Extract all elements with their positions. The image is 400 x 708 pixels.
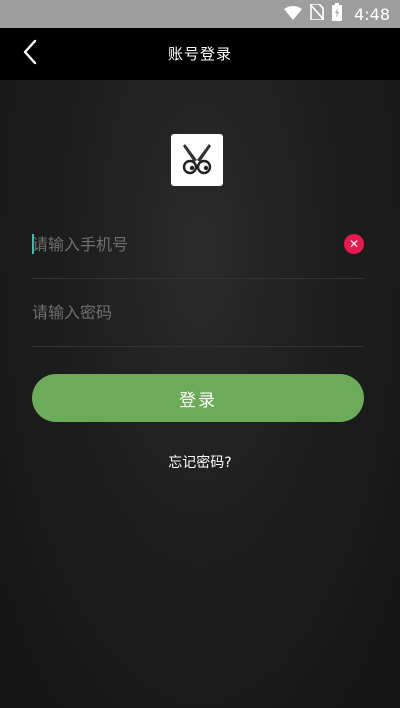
page-title: 账号登录	[167, 45, 232, 63]
forgot-password-link[interactable]: 忘记密码?	[168, 455, 231, 471]
no-sim-icon	[309, 3, 325, 24]
phone-input[interactable]	[32, 210, 332, 278]
status-time: 4:48	[354, 4, 390, 24]
clear-button[interactable]: ✕	[344, 234, 364, 254]
app-logo	[171, 134, 223, 186]
clear-icon: ✕	[348, 237, 360, 251]
login-button[interactable]: 登录	[32, 374, 364, 422]
app-bar: 账号登录	[0, 28, 400, 80]
forgot-password-row: 忘记密码?	[0, 452, 400, 472]
wifi-icon	[284, 5, 303, 24]
back-arrow-icon	[22, 39, 38, 69]
login-screen: 4:48 账号登录 ✕	[0, 0, 400, 708]
password-field	[32, 278, 364, 347]
status-icons: 4:48	[284, 0, 390, 28]
status-bar: 4:48	[0, 0, 400, 28]
battery-charging-icon	[332, 3, 343, 25]
back-button[interactable]	[8, 32, 52, 76]
password-input[interactable]	[32, 278, 332, 346]
phone-field: ✕	[32, 210, 364, 279]
scissors-eyes-logo	[182, 144, 212, 175]
